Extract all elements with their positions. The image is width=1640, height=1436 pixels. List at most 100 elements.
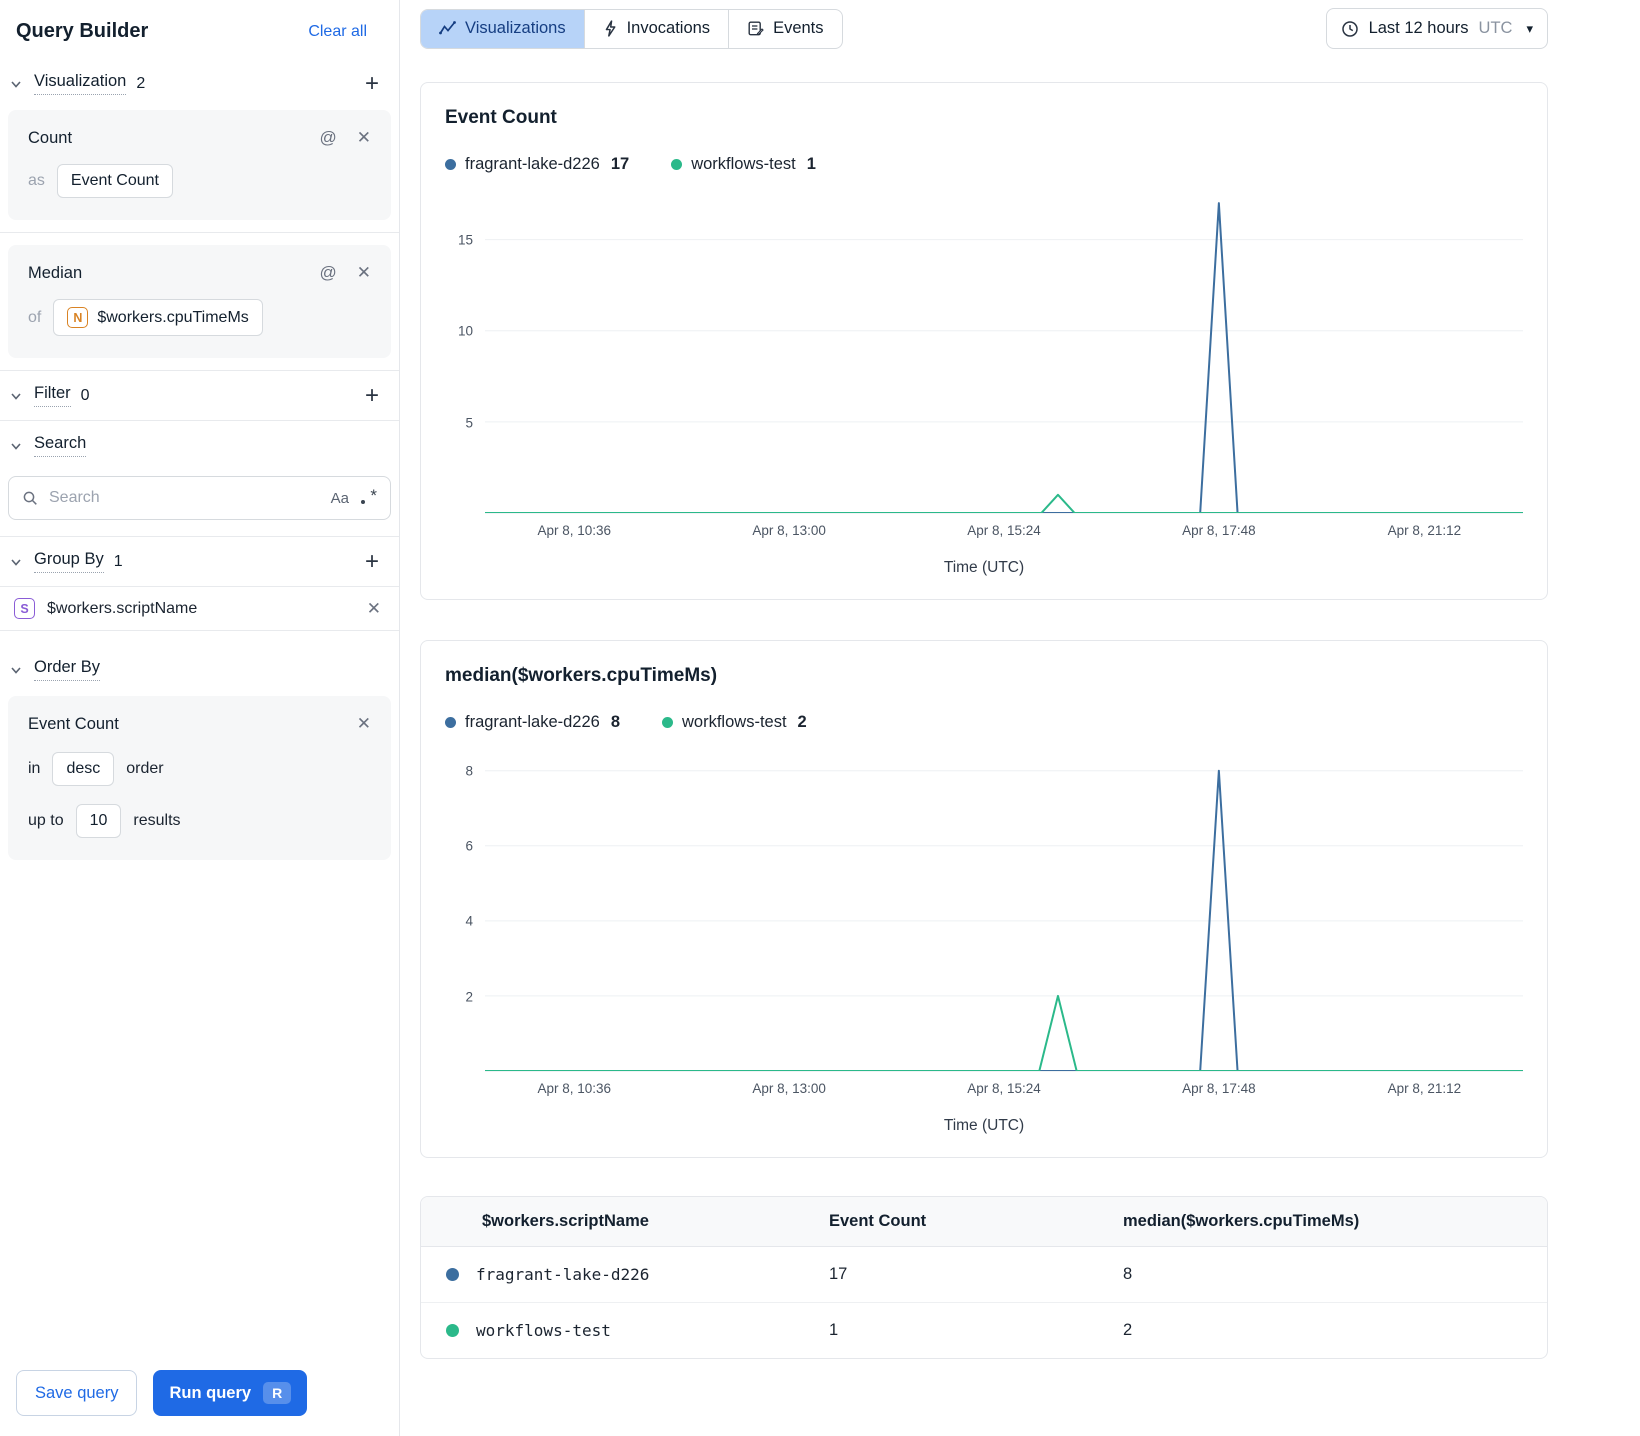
series-color-dot [445,159,456,170]
time-range-dropdown[interactable]: Last 12 hours UTC ▾ [1325,8,1548,49]
visualization-type-label[interactable]: Count [28,129,72,148]
tab-label: Events [773,19,824,37]
remove-group-by-icon[interactable]: ✕ [367,599,381,619]
tab-visualizations[interactable]: Visualizations [421,9,585,48]
remove-visualization-icon[interactable]: ✕ [357,128,371,148]
sidebar-footer: Save query Run query R [0,1352,399,1436]
filter-section-label[interactable]: Filter [34,384,71,407]
add-group-by-button[interactable]: + [365,549,379,573]
as-label: as [28,172,45,189]
series-color-dot [446,1324,459,1337]
column-header: Event Count [829,1212,927,1230]
legend-item[interactable]: workflows-test 1 [671,155,816,174]
remove-order-by-icon[interactable]: ✕ [357,714,371,734]
event-count-cell: 1 [829,1321,839,1339]
chevron-down-icon[interactable] [8,76,24,92]
tab-events[interactable]: Events [729,10,841,48]
run-query-shortcut: R [263,1382,292,1404]
mention-icon[interactable]: @ [319,263,336,283]
add-filter-button[interactable]: + [365,383,379,407]
visualization-section-header: Visualization 2 + [0,59,399,108]
tab-label: Invocations [626,19,711,37]
line-chart-plot[interactable] [485,752,1523,1072]
results-label: results [133,812,181,829]
column-header: median($workers.cpuTimeMs) [1123,1212,1360,1230]
filter-count: 0 [80,386,90,404]
series-name: workflows-test [682,713,787,731]
y-tick-label: 4 [465,913,473,929]
series-color-dot [446,1268,459,1281]
series-value: 17 [610,155,630,173]
filter-section-header: Filter 0 + [0,371,399,420]
x-tick-label: Apr 8, 15:24 [967,523,1041,538]
time-range-timezone: UTC [1478,19,1513,37]
order-by-card: Event Count ✕ in desc order up to 10 res… [8,696,391,860]
series-value: 2 [797,713,807,731]
event-count-cell: 17 [829,1265,848,1283]
group-by-item[interactable]: S $workers.scriptName ✕ [0,586,399,631]
chevron-down-icon[interactable] [8,662,24,678]
chevron-down-icon[interactable] [8,388,24,404]
tab-invocations[interactable]: Invocations [585,9,730,48]
clear-all-link[interactable]: Clear all [308,23,367,41]
x-axis-title: Time (UTC) [943,559,1025,576]
y-tick-label: 2 [465,989,473,1005]
legend-item[interactable]: fragrant-lake-d226 8 [445,713,620,732]
line-chart-icon [439,21,456,35]
order-by-section-label[interactable]: Order By [34,658,101,681]
add-visualization-button[interactable]: + [365,71,379,95]
group-by-section-header: Group By 1 + [0,537,399,586]
legend-item[interactable]: fragrant-lake-d226 17 [445,155,629,174]
search-icon [22,490,39,507]
number-type-icon: N [67,307,89,328]
alias-chip[interactable]: Event Count [56,164,173,198]
script-name-cell: workflows-test [421,1321,829,1340]
group-by-section-label[interactable]: Group By [34,550,104,573]
table-row: workflows-test 1 2 [421,1303,1547,1358]
chevron-down-icon[interactable] [8,554,24,570]
x-axis-labels: Apr 8, 10:36 Apr 8, 13:00 Apr 8, 15:24 Apr … [485,1081,1523,1101]
x-axis-title: Time (UTC) [943,1117,1025,1134]
search-input[interactable] [49,489,321,507]
clock-icon [1341,20,1358,37]
field-chip[interactable]: N $workers.cpuTimeMs [53,299,263,336]
remove-visualization-icon[interactable]: ✕ [357,263,371,283]
divider [0,232,399,233]
table-row: fragrant-lake-d226 17 8 [421,1247,1547,1303]
query-builder-page: { "icons": { "at": "@", "close": "✕", "p… [0,0,1640,1436]
legend-item[interactable]: workflows-test 2 [662,713,807,732]
time-range-label: Last 12 hours [1368,19,1469,37]
median-cell: 8 [1123,1265,1133,1283]
results-table: $workers.scriptName Event Count median($… [420,1196,1548,1359]
visualization-type-label[interactable]: Median [28,264,82,283]
group-by-field-label: $workers.scriptName [47,599,198,617]
series-color-dot [445,717,456,728]
column-header: $workers.scriptName [482,1212,649,1230]
search-box: Aa * [8,476,391,520]
chart-legend: fragrant-lake-d226 8 workflows-test 2 [445,713,1523,732]
mention-icon[interactable]: @ [319,128,336,148]
series-value: 8 [610,713,621,731]
x-tick-label: Apr 8, 21:12 [1387,523,1462,538]
sort-direction-chip[interactable]: desc [52,752,115,786]
median-cell: 2 [1123,1321,1133,1339]
regex-icon[interactable]: * [359,486,377,507]
tab-label: Visualizations [465,19,566,37]
match-case-icon[interactable]: Aa [331,490,349,507]
search-section-label[interactable]: Search [34,434,87,457]
visualization-section-label[interactable]: Visualization [34,72,127,95]
run-query-label: Run query [169,1383,252,1402]
order-by-field-label[interactable]: Event Count [28,715,119,734]
in-label: in [28,760,41,777]
chart-title: median($workers.cpuTimeMs) [445,665,718,686]
y-axis-labels: 5 10 15 [445,194,485,514]
run-query-button[interactable]: Run query R [153,1370,308,1416]
search-section-header: Search [0,421,399,470]
result-limit-chip[interactable]: 10 [75,804,122,838]
save-query-button[interactable]: Save query [16,1370,138,1416]
chevron-down-icon[interactable] [8,438,24,454]
line-chart-plot[interactable] [485,194,1523,514]
x-tick-label: Apr 8, 17:48 [1182,523,1256,538]
x-tick-label: Apr 8, 17:48 [1182,1081,1256,1096]
x-tick-label: Apr 8, 10:36 [537,1081,612,1096]
